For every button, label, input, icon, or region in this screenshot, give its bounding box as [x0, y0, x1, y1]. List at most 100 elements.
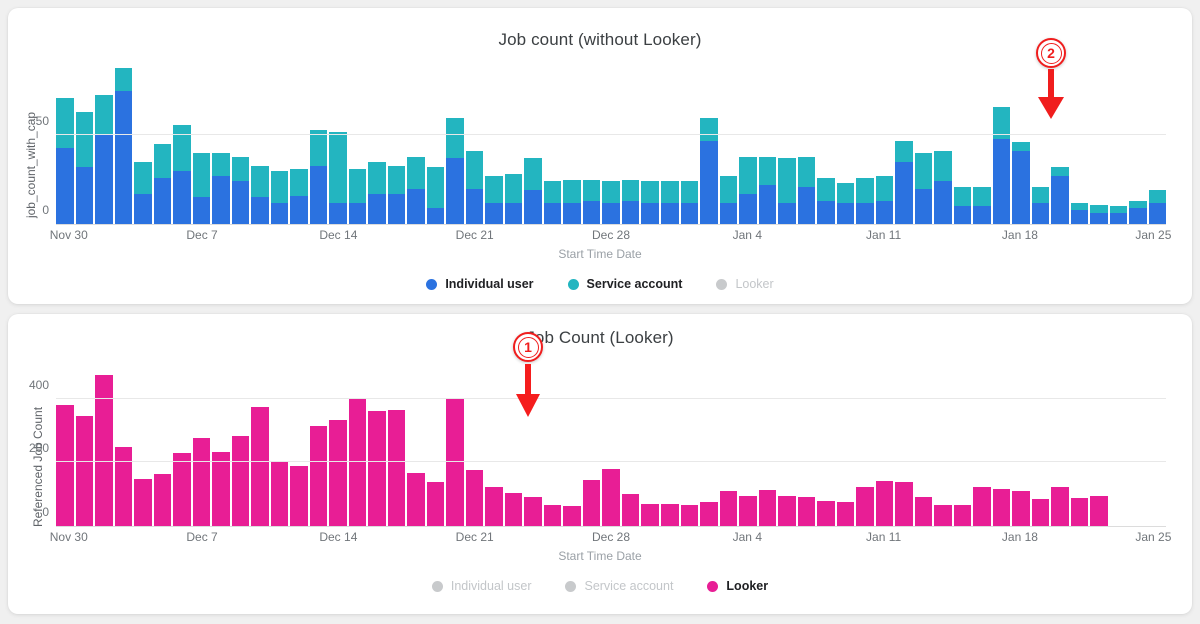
bar[interactable]: [270, 370, 289, 526]
bar[interactable]: [504, 68, 523, 224]
bar[interactable]: [1129, 68, 1147, 224]
bar[interactable]: [543, 370, 562, 526]
bar[interactable]: [75, 370, 94, 526]
bar[interactable]: [895, 68, 913, 224]
bar[interactable]: [75, 68, 94, 224]
bar[interactable]: [212, 68, 230, 224]
bar[interactable]: [641, 370, 659, 526]
bar[interactable]: [992, 68, 1011, 224]
bar[interactable]: [621, 68, 640, 224]
bar[interactable]: [114, 370, 133, 526]
bar[interactable]: [543, 68, 562, 224]
bar[interactable]: [407, 370, 425, 526]
bar[interactable]: [251, 370, 269, 526]
bar[interactable]: [387, 68, 406, 224]
bar[interactable]: [953, 68, 972, 224]
bar[interactable]: [660, 370, 679, 526]
bar[interactable]: [368, 370, 386, 526]
bar[interactable]: [56, 68, 74, 224]
bar[interactable]: [700, 68, 718, 224]
bar[interactable]: [758, 68, 777, 224]
bar[interactable]: [407, 68, 425, 224]
bar[interactable]: [973, 68, 991, 224]
bar[interactable]: [1129, 370, 1147, 526]
bar[interactable]: [485, 370, 503, 526]
bar[interactable]: [426, 68, 445, 224]
bar[interactable]: [192, 68, 211, 224]
bar[interactable]: [602, 370, 620, 526]
bar[interactable]: [290, 68, 308, 224]
bar[interactable]: [1051, 68, 1069, 224]
bar[interactable]: [290, 370, 308, 526]
bar[interactable]: [95, 68, 113, 224]
bar[interactable]: [953, 370, 972, 526]
bar[interactable]: [1031, 68, 1050, 224]
bar[interactable]: [1012, 68, 1030, 224]
bar[interactable]: [914, 68, 933, 224]
bar[interactable]: [563, 370, 581, 526]
bar[interactable]: [778, 370, 796, 526]
bar[interactable]: [446, 370, 464, 526]
bar[interactable]: [797, 370, 816, 526]
bar[interactable]: [778, 68, 796, 224]
bar[interactable]: [134, 370, 152, 526]
bar[interactable]: [173, 68, 191, 224]
bar[interactable]: [719, 68, 738, 224]
bar[interactable]: [251, 68, 269, 224]
bar[interactable]: [1031, 370, 1050, 526]
bar[interactable]: [153, 68, 172, 224]
bar[interactable]: [1070, 68, 1089, 224]
bar[interactable]: [192, 370, 211, 526]
bar[interactable]: [524, 370, 542, 526]
bar[interactable]: [309, 68, 328, 224]
bar[interactable]: [934, 68, 952, 224]
bar[interactable]: [1110, 370, 1128, 526]
bar[interactable]: [348, 370, 367, 526]
bar[interactable]: [329, 370, 347, 526]
bar[interactable]: [270, 68, 289, 224]
bar[interactable]: [582, 370, 601, 526]
bar[interactable]: [446, 68, 464, 224]
bar[interactable]: [114, 68, 133, 224]
bar[interactable]: [309, 370, 328, 526]
bar[interactable]: [504, 370, 523, 526]
bar[interactable]: [856, 370, 874, 526]
bar[interactable]: [992, 370, 1011, 526]
bar[interactable]: [1149, 370, 1167, 526]
bar[interactable]: [602, 68, 620, 224]
bar[interactable]: [173, 370, 191, 526]
bar[interactable]: [387, 370, 406, 526]
bar[interactable]: [212, 370, 230, 526]
bar[interactable]: [739, 370, 757, 526]
bar[interactable]: [1090, 370, 1108, 526]
bar[interactable]: [641, 68, 659, 224]
bar[interactable]: [797, 68, 816, 224]
bar[interactable]: [621, 370, 640, 526]
bar[interactable]: [1090, 68, 1108, 224]
bar[interactable]: [739, 68, 757, 224]
bar[interactable]: [719, 370, 738, 526]
bar[interactable]: [680, 68, 699, 224]
bar[interactable]: [153, 370, 172, 526]
bar[interactable]: [465, 68, 484, 224]
bar[interactable]: [836, 370, 855, 526]
bar[interactable]: [875, 370, 894, 526]
bar[interactable]: [660, 68, 679, 224]
bar[interactable]: [95, 370, 113, 526]
legend-item-individual-user[interactable]: Individual user: [431, 579, 531, 593]
bar[interactable]: [856, 68, 874, 224]
legend-item-service-account[interactable]: Service account: [565, 579, 673, 593]
bar[interactable]: [368, 68, 386, 224]
bar[interactable]: [700, 370, 718, 526]
bar[interactable]: [524, 68, 542, 224]
bar[interactable]: [914, 370, 933, 526]
bar[interactable]: [1148, 68, 1167, 224]
bar[interactable]: [680, 370, 699, 526]
bar[interactable]: [231, 68, 250, 224]
bar[interactable]: [895, 370, 913, 526]
bar[interactable]: [563, 68, 581, 224]
bar[interactable]: [973, 370, 991, 526]
bar[interactable]: [329, 68, 347, 224]
bar[interactable]: [426, 370, 445, 526]
bar[interactable]: [348, 68, 367, 224]
